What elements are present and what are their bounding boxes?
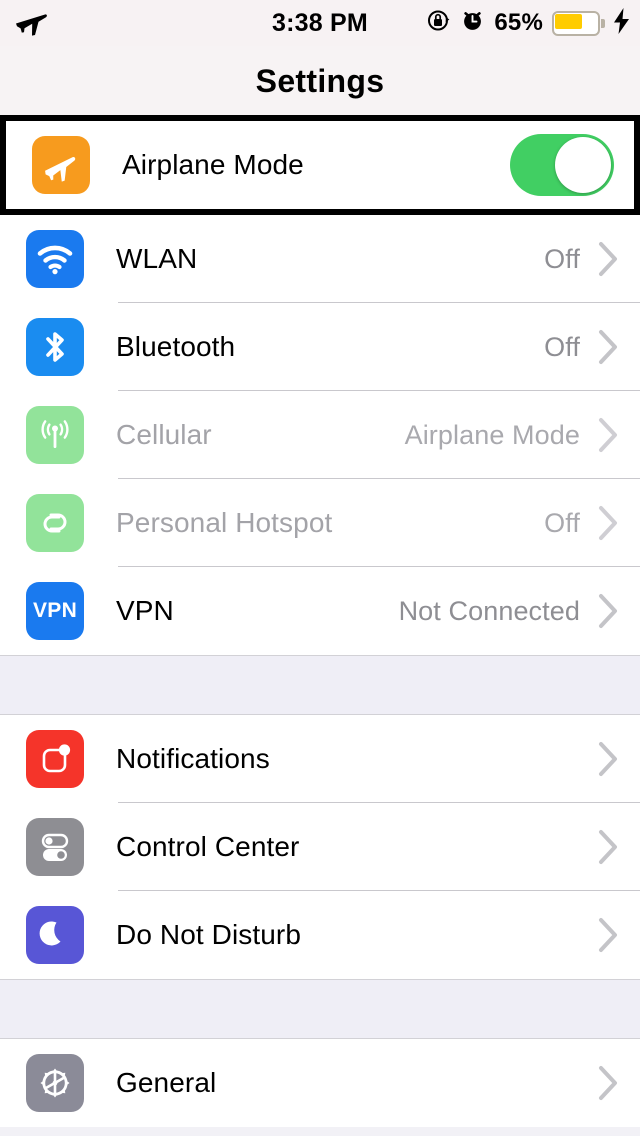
settings-row-label: Personal Hotspot (116, 507, 333, 538)
settings-row-value: Off (544, 507, 580, 538)
settings-row-value: Off (544, 243, 580, 274)
chevron-right-icon (598, 593, 620, 629)
settings-group-general: General (0, 1039, 640, 1127)
chevron-right-icon (598, 241, 620, 277)
settings-row-general[interactable]: General (0, 1039, 640, 1127)
cellular-antenna-icon (26, 406, 84, 464)
settings-group-connectivity: Airplane Mode WLAN Off Bluetooth Off Cel… (0, 115, 640, 655)
hotspot-link-icon (26, 494, 84, 552)
settings-row-bluetooth[interactable]: Bluetooth Off (0, 303, 640, 391)
chevron-right-icon (598, 829, 620, 865)
settings-screen: 3:38 PM 65% Settings Airplane Mode WLAN … (0, 0, 640, 1136)
wifi-icon (26, 230, 84, 288)
settings-row-label: General (116, 1067, 217, 1098)
vpn-icon: VPN (26, 582, 84, 640)
status-bar: 3:38 PM 65% (0, 0, 640, 46)
settings-row-label: WLAN (116, 243, 198, 274)
settings-row-personal-hotspot[interactable]: Personal Hotspot Off (0, 479, 640, 567)
chevron-right-icon (598, 505, 620, 541)
settings-row-wlan[interactable]: WLAN Off (0, 215, 640, 303)
chevron-right-icon (598, 417, 620, 453)
chevron-right-icon (598, 329, 620, 365)
settings-row-do-not-disturb[interactable]: Do Not Disturb (0, 891, 640, 979)
settings-row-label: Bluetooth (116, 331, 236, 362)
chevron-right-icon (598, 1065, 620, 1101)
settings-group-notifications: Notifications Control Center Do Not Dist… (0, 715, 640, 979)
settings-row-label: Control Center (116, 831, 300, 862)
toggle-knob (555, 137, 611, 193)
settings-row-value: Airplane Mode (404, 419, 580, 450)
settings-row-label: VPN (116, 595, 174, 626)
rotation-lock-icon (426, 8, 451, 38)
settings-row-label: Notifications (116, 743, 270, 774)
status-bar-clock: 3:38 PM (272, 8, 368, 37)
moon-icon (26, 906, 84, 964)
settings-row-airplane-mode[interactable]: Airplane Mode (0, 115, 640, 215)
settings-row-label: Airplane Mode (122, 149, 304, 180)
status-bar-right: 65% (426, 0, 630, 46)
lightning-bolt-icon (613, 7, 630, 39)
settings-row-vpn[interactable]: VPN VPN Not Connected (0, 567, 640, 655)
gear-icon (26, 1054, 84, 1112)
airplane-icon (32, 136, 90, 194)
settings-row-notifications[interactable]: Notifications (0, 715, 640, 803)
alarm-clock-icon (460, 8, 485, 38)
section-gap (0, 979, 640, 1039)
control-center-toggles-icon (26, 818, 84, 876)
settings-row-cellular[interactable]: Cellular Airplane Mode (0, 391, 640, 479)
vpn-icon-text: VPN (32, 599, 78, 622)
airplane-mode-toggle[interactable] (510, 134, 614, 196)
battery-percent-label: 65% (494, 9, 543, 36)
settings-row-label: Do Not Disturb (116, 919, 302, 950)
notifications-badge-icon (26, 730, 84, 788)
bluetooth-icon (26, 318, 84, 376)
chevron-right-icon (598, 917, 620, 953)
settings-row-value: Not Connected (398, 595, 580, 626)
section-gap (0, 655, 640, 715)
navigation-bar: Settings (0, 46, 640, 116)
settings-row-label: Cellular (116, 419, 212, 450)
chevron-right-icon (598, 741, 620, 777)
settings-row-control-center[interactable]: Control Center (0, 803, 640, 891)
settings-row-value: Off (544, 331, 580, 362)
battery-icon (552, 10, 605, 36)
page-title: Settings (255, 62, 385, 99)
